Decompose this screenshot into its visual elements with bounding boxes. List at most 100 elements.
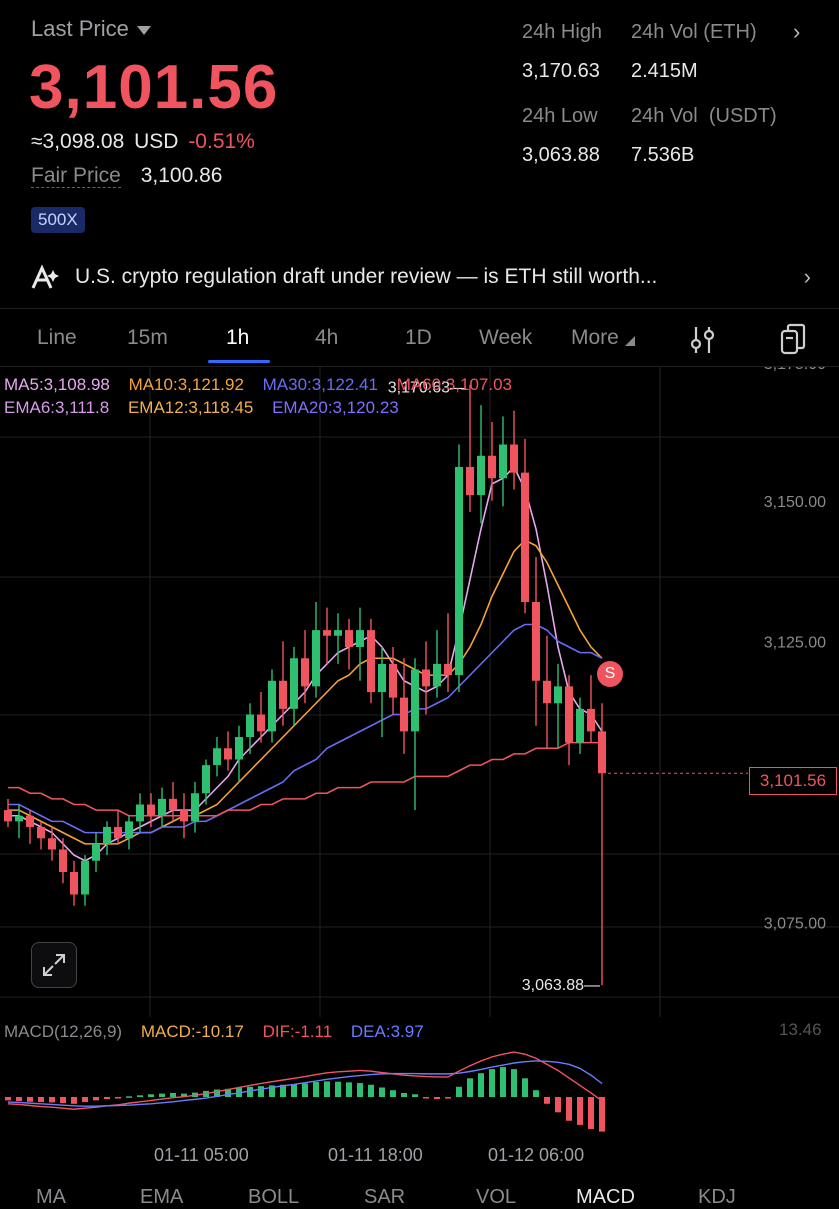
ma30-legend: MA30:3,122.41 (262, 375, 378, 394)
x-label-2: 01-11 18:00 (328, 1145, 423, 1165)
macd-value: MACD:-10.17 (140, 1022, 244, 1041)
dif-value: DIF:-1.11 (262, 1022, 333, 1041)
macd-chart[interactable] (0, 1040, 839, 1140)
candle-body (26, 815, 34, 827)
ma60-legend: MA60:3,107.03 (396, 375, 512, 394)
macd-bar (126, 1096, 132, 1098)
candle-body (114, 827, 122, 839)
indicator-settings-icon[interactable] (690, 324, 716, 356)
candle-body (422, 669, 430, 687)
tab-1d[interactable]: 1D (405, 326, 432, 350)
macd-bar (71, 1097, 77, 1104)
ma-legend: MA5:3,108.98 MA10:3,121.92 MA30:3,122.41… (4, 375, 512, 395)
candle-body (334, 630, 342, 636)
indicator-tab-sar[interactable]: SAR (364, 1186, 405, 1209)
macd-bar (368, 1084, 374, 1097)
24h-vol-eth-label: 24h Vol (ETH) (631, 21, 757, 43)
change-percent: -0.51% (188, 130, 255, 153)
tab-more-label: More (571, 326, 619, 349)
candle-body (202, 765, 210, 794)
candle-body (389, 663, 397, 698)
copy-layout-icon[interactable] (779, 322, 807, 356)
ai-news-icon (31, 264, 59, 289)
candle-body (466, 467, 474, 496)
leverage-badge[interactable]: 500X (31, 207, 85, 233)
candle-body (345, 630, 353, 647)
macd-bar (27, 1097, 33, 1102)
candle-body (4, 810, 12, 822)
candle-body (147, 804, 155, 816)
indicator-tab-vol[interactable]: VOL (476, 1186, 516, 1209)
candle-body (301, 658, 309, 687)
usd-equivalent-row: ≈3,098.08 USD -0.51% (31, 130, 255, 154)
candle-body (268, 680, 276, 732)
macd-bar (5, 1097, 11, 1101)
candle-body (521, 472, 529, 602)
timeframe-tabs: Line 15m 1h 4h 1D Week More (0, 322, 839, 363)
tab-1h[interactable]: 1h (226, 326, 249, 350)
news-banner[interactable]: U.S. crypto regulation draft under revie… (31, 264, 811, 290)
tab-line[interactable]: Line (37, 326, 77, 350)
macd-bar (60, 1097, 66, 1104)
candle-body (279, 680, 287, 709)
indicator-tab-macd[interactable]: MACD (576, 1186, 635, 1209)
expand-icon (43, 954, 65, 976)
macd-bar (544, 1097, 550, 1104)
candle-body (246, 714, 254, 737)
candle-body (499, 444, 507, 479)
corner-triangle-icon (624, 336, 635, 346)
indicator-tab-ema[interactable]: EMA (140, 1186, 183, 1209)
candle-body (235, 737, 243, 760)
stats-more-icon[interactable]: › (793, 19, 800, 45)
tab-4h[interactable]: 4h (315, 326, 338, 350)
x-label-3: 01-12 06:00 (488, 1145, 585, 1165)
macd-bar (522, 1078, 528, 1097)
candle-body (323, 630, 331, 636)
candle-body (312, 630, 320, 687)
candle-body (587, 708, 595, 732)
usd-equivalent: ≈3,098.08 (31, 130, 125, 153)
last-price-selector[interactable]: Last Price (31, 16, 151, 42)
y-tick-label: 3,150.00 (764, 494, 826, 511)
candle-body (81, 860, 89, 895)
macd-bar (445, 1097, 451, 1099)
candle-body (411, 669, 419, 732)
macd-bar (159, 1093, 165, 1097)
macd-bar (401, 1092, 407, 1097)
y-tick-label: 3,125.00 (764, 634, 826, 651)
macd-bar (93, 1097, 99, 1101)
24h-high-label: 24h High (522, 21, 603, 43)
news-chevron-icon: › (803, 264, 811, 289)
sell-signal-badge[interactable]: S (597, 661, 623, 687)
indicator-tab-kdj[interactable]: KDJ (698, 1186, 736, 1209)
macd-bar (49, 1097, 55, 1103)
24h-high-value: 3,170.63 (522, 60, 600, 82)
fair-price-label[interactable]: Fair Price (31, 164, 121, 188)
candle-body (158, 798, 166, 816)
indicator-tab-ma[interactable]: MA (36, 1186, 66, 1209)
candle-body (15, 815, 23, 822)
macd-bar (16, 1097, 22, 1102)
macd-bar (38, 1097, 44, 1103)
tab-week[interactable]: Week (479, 326, 532, 350)
ma5-legend: MA5:3,108.98 (4, 375, 110, 394)
macd-bar (566, 1097, 572, 1121)
candle-body (59, 849, 67, 872)
candle-body (180, 810, 188, 822)
last-price-value: 3,101.56 (29, 53, 279, 122)
macd-bar (511, 1069, 517, 1097)
tab-15m[interactable]: 15m (127, 326, 168, 350)
macd-bar (357, 1083, 363, 1097)
candle-body (136, 804, 144, 822)
macd-bar (115, 1097, 121, 1099)
fullscreen-button[interactable] (31, 942, 77, 988)
macd-bar (500, 1067, 506, 1097)
macd-scale-max: 13.46 (779, 1020, 822, 1039)
24h-low-value: 3,063.88 (522, 144, 600, 166)
candlestick-chart[interactable]: 3,150.003,125.003,075.003,175.00 3,170.6… (0, 367, 839, 1022)
indicator-tab-boll[interactable]: BOLL (248, 1186, 299, 1209)
tab-more[interactable]: More (571, 326, 635, 350)
macd-bar (533, 1090, 539, 1097)
candle-body (400, 697, 408, 732)
macd-bar (137, 1095, 143, 1097)
